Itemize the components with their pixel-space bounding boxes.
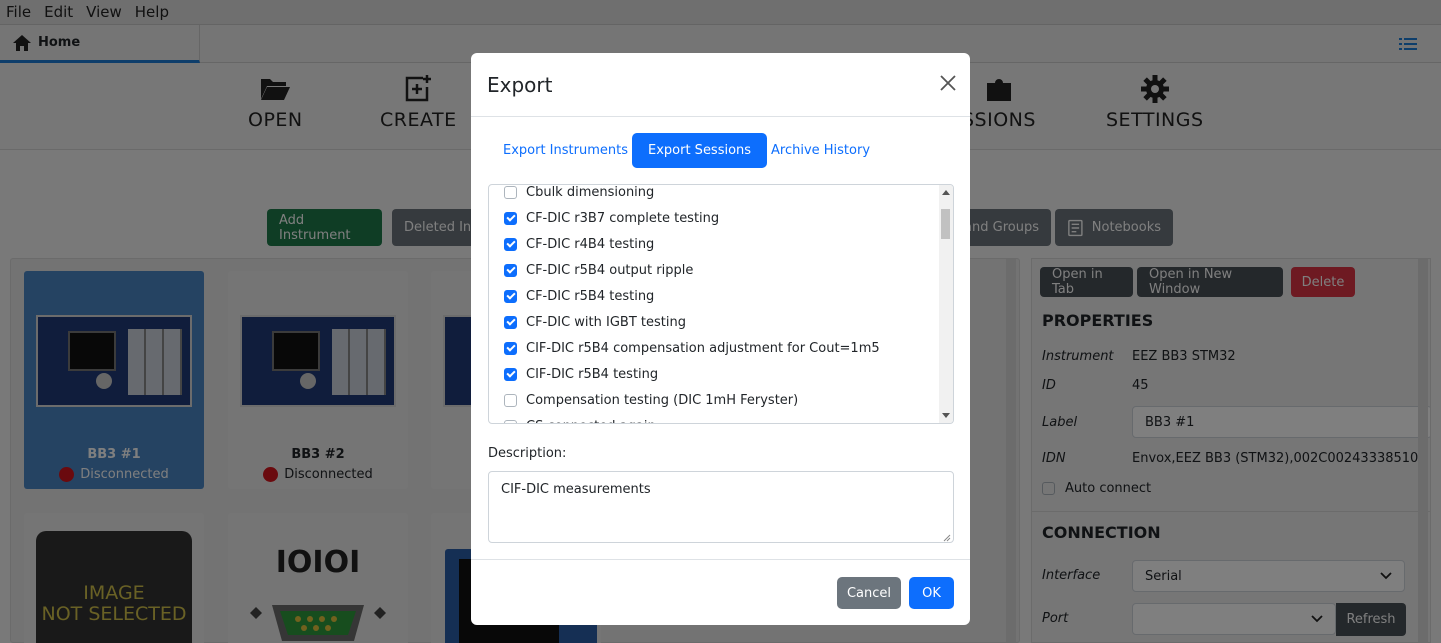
session-item[interactable]: CF-DIC r4B4 testing xyxy=(489,231,941,257)
session-label: CF-DIC r3B7 complete testing xyxy=(526,210,720,226)
cancel-button[interactable]: Cancel xyxy=(837,577,901,609)
export-dialog: Export Export Instruments Export Session… xyxy=(471,53,970,625)
session-item[interactable]: CF-DIC r3B7 complete testing xyxy=(489,205,941,231)
resize-handle-icon[interactable] xyxy=(943,534,951,542)
session-checkbox[interactable] xyxy=(504,211,517,225)
session-item[interactable]: Cbulk dimensioning xyxy=(489,184,941,205)
session-label: CIF-DIC r5B4 compensation adjustment for… xyxy=(526,340,880,356)
tab-export-instruments[interactable]: Export Instruments xyxy=(487,133,644,168)
session-label: Compensation testing (DIC 1mH Feryster) xyxy=(526,392,799,408)
tab-export-sessions[interactable]: Export Sessions xyxy=(632,133,768,168)
modal-header: Export xyxy=(471,53,970,117)
description-textarea[interactable]: CIF-DIC measurements xyxy=(488,471,954,543)
modal-footer: Cancel OK xyxy=(471,559,970,625)
sessions-list-scroll-thumb[interactable] xyxy=(941,209,950,239)
session-checkbox[interactable] xyxy=(504,289,517,303)
session-label: CF-DIC with IGBT testing xyxy=(526,314,686,330)
session-label: CF-DIC r5B4 output ripple xyxy=(526,262,694,278)
session-checkbox[interactable] xyxy=(504,393,517,407)
session-item[interactable]: CIF-DIC r5B4 testing xyxy=(489,361,941,387)
session-label: CS connected again xyxy=(526,419,656,424)
session-item[interactable]: Compensation testing (DIC 1mH Feryster) xyxy=(489,387,941,413)
scroll-up-icon[interactable] xyxy=(942,189,950,195)
close-icon[interactable] xyxy=(940,75,956,95)
session-label: CF-DIC r4B4 testing xyxy=(526,236,655,252)
session-item[interactable]: CIF-DIC r5B4 compensation adjustment for… xyxy=(489,335,941,361)
modal-title: Export xyxy=(487,73,553,97)
session-checkbox[interactable] xyxy=(504,315,517,329)
session-item[interactable]: CS connected again xyxy=(489,413,941,424)
sessions-list-scrollbar[interactable] xyxy=(939,185,953,423)
tab-archive-history[interactable]: Archive History xyxy=(755,133,886,168)
session-label: CIF-DIC r5B4 testing xyxy=(526,366,659,382)
session-label: Cbulk dimensioning xyxy=(526,184,655,200)
session-checkbox[interactable] xyxy=(504,419,517,423)
sessions-list: Cbulk dimensioning CF-DIC r3B7 complete t… xyxy=(488,184,954,424)
ok-button[interactable]: OK xyxy=(909,577,954,609)
session-checkbox[interactable] xyxy=(504,341,517,355)
session-checkbox[interactable] xyxy=(504,367,517,381)
session-item[interactable]: CF-DIC with IGBT testing xyxy=(489,309,941,335)
description-label: Description: xyxy=(488,446,567,461)
session-checkbox[interactable] xyxy=(504,237,517,251)
session-item[interactable]: CF-DIC r5B4 output ripple xyxy=(489,257,941,283)
session-checkbox[interactable] xyxy=(504,185,517,199)
session-label: CF-DIC r5B4 testing xyxy=(526,288,655,304)
session-checkbox[interactable] xyxy=(504,263,517,277)
session-item[interactable]: CF-DIC r5B4 testing xyxy=(489,283,941,309)
scroll-down-icon[interactable] xyxy=(942,413,950,419)
